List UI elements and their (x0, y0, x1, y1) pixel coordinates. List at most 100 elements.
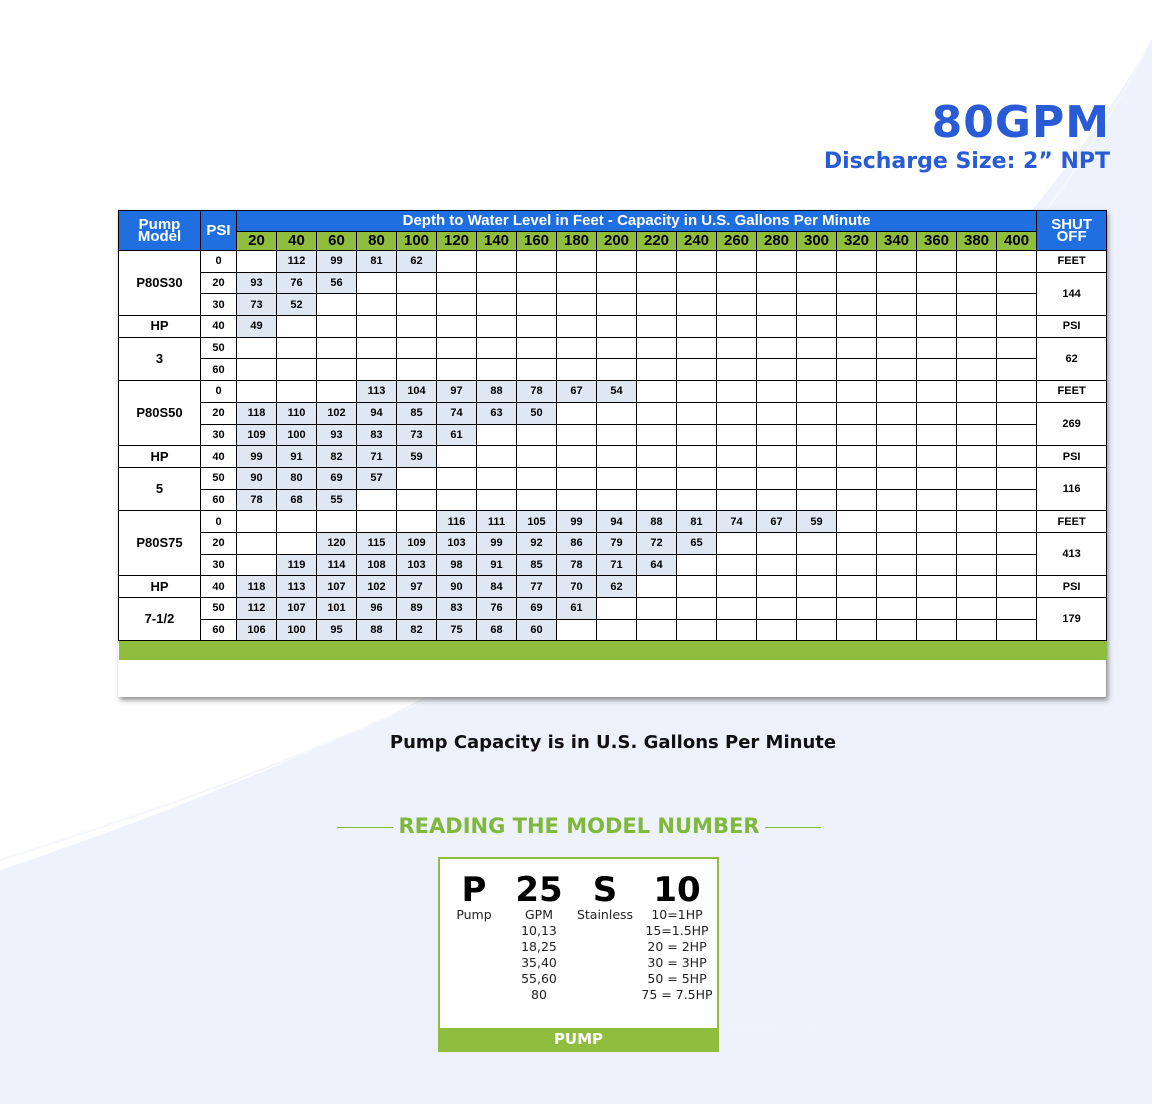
capacity-cell (756, 401, 797, 425)
capacity-cell (876, 531, 917, 555)
psi-cell: 40 (200, 315, 237, 338)
capacity-cell: 114 (316, 553, 357, 577)
capacity-cell (956, 271, 997, 295)
capacity-cell (476, 336, 517, 360)
capacity-cell: 59 (796, 510, 837, 533)
capacity-cell (436, 358, 477, 382)
page-header: 80GPM Discharge Size: 2” NPT (824, 98, 1110, 176)
capacity-cell (916, 293, 957, 317)
capacity-cell (995, 488, 1038, 512)
capacity-cell (956, 250, 997, 273)
depth-header-cell: 80 (356, 231, 397, 251)
capacity-cell (316, 336, 357, 360)
capacity-cell: 65 (676, 531, 717, 555)
legend-letter: 10 (653, 870, 701, 910)
table-row: 7-1/2 50 112 107 101 96 89 83 76 69 61 179 (118, 596, 1108, 642)
depth-header-cell: 120 (436, 231, 477, 251)
capacity-cell (596, 466, 637, 490)
capacity-cell: 98 (436, 553, 477, 577)
capacity-cell: 76 (276, 271, 317, 295)
capacity-cell (956, 575, 997, 598)
capacity-cell (276, 510, 317, 533)
capacity-cell (676, 401, 717, 425)
capacity-cell: 90 (236, 466, 277, 490)
table-depth-row: 20 40 60 80 100 120 140 160 180 200 220 240 260 280 30… (119, 231, 1107, 251)
capacity-cell (916, 597, 957, 620)
table-row: 60 78 68 55 (119, 488, 1107, 512)
depth-header-cell: 240 (676, 231, 717, 251)
capacity-cell (836, 531, 877, 555)
capacity-cell (956, 488, 997, 512)
capacity-cell (916, 315, 957, 338)
capacity-cell (796, 445, 837, 468)
capacity-cell (636, 445, 677, 468)
capacity-cell (876, 358, 917, 382)
capacity-cell (756, 575, 797, 598)
capacity-cell (356, 488, 397, 512)
capacity-cell: 88 (636, 510, 677, 533)
shutoff-value-cell: 62 (1036, 336, 1108, 382)
legend-line: 50 = 5HP (647, 971, 707, 986)
capacity-cell (676, 488, 717, 512)
capacity-cell: 80 (276, 466, 317, 490)
capacity-cell (756, 336, 797, 360)
table-header-row: Pump Model PSI Depth to Water Level in Fee… (118, 210, 1108, 251)
capacity-cell: 74 (436, 401, 477, 425)
model-cell: P80S50 (118, 380, 201, 447)
capacity-cell (596, 293, 637, 317)
capacity-cell (916, 336, 957, 360)
capacity-cell: 77 (516, 575, 557, 598)
capacity-cell (676, 423, 717, 447)
capacity-cell: 78 (556, 553, 597, 577)
capacity-cell: 79 (596, 531, 637, 555)
capacity-cell (995, 358, 1038, 382)
capacity-cell: 64 (636, 553, 677, 577)
depth-header-cell: 300 (796, 231, 837, 251)
capacity-cell: 108 (356, 553, 397, 577)
capacity-cell (876, 510, 917, 533)
psi-cell: 60 (200, 358, 237, 382)
capacity-cell (916, 401, 957, 425)
psi-cell: 30 (200, 553, 237, 577)
capacity-cell (716, 315, 757, 338)
capacity-cell (716, 250, 757, 273)
capacity-cell (236, 250, 277, 273)
capacity-cell (836, 488, 877, 512)
capacity-cell (596, 271, 637, 295)
capacity-cell: 86 (556, 531, 597, 555)
header-depth-title: Depth to Water Level in Feet - Capacity … (235, 210, 1038, 232)
capacity-cell: 97 (396, 575, 437, 598)
capacity-cell (756, 618, 797, 642)
capacity-cell: 94 (596, 510, 637, 533)
capacity-cell (995, 380, 1038, 403)
capacity-cell (956, 531, 997, 555)
capacity-cell (316, 293, 357, 317)
capacity-cell (356, 271, 397, 295)
capacity-cell (676, 575, 717, 598)
capacity-cell: 119 (276, 553, 317, 577)
capacity-cell: 99 (316, 250, 357, 273)
capacity-cell (995, 531, 1038, 555)
capacity-cell: 100 (276, 423, 317, 447)
depth-header-cell: 140 (476, 231, 517, 251)
capacity-cell (796, 336, 837, 360)
capacity-cell: 106 (236, 618, 277, 642)
capacity-cell (756, 271, 797, 295)
shutoff-label-cell: FEET (1036, 510, 1108, 533)
capacity-cell (356, 315, 397, 338)
capacity-cell (756, 553, 797, 577)
capacity-cell (876, 380, 917, 403)
capacity-cell (716, 575, 757, 598)
capacity-cell (956, 315, 997, 338)
psi-cell: 60 (200, 618, 237, 642)
psi-cell: 30 (200, 293, 237, 317)
capacity-cell (596, 401, 637, 425)
psi-cell: 50 (200, 336, 237, 360)
capacity-cell (995, 336, 1038, 360)
capacity-cell (756, 315, 797, 338)
capacity-cell (716, 358, 757, 382)
capacity-cell (916, 423, 957, 447)
capacity-cell (836, 358, 877, 382)
legend-line: Pump (456, 907, 492, 922)
legend-line: 30 = 3HP (647, 955, 707, 970)
